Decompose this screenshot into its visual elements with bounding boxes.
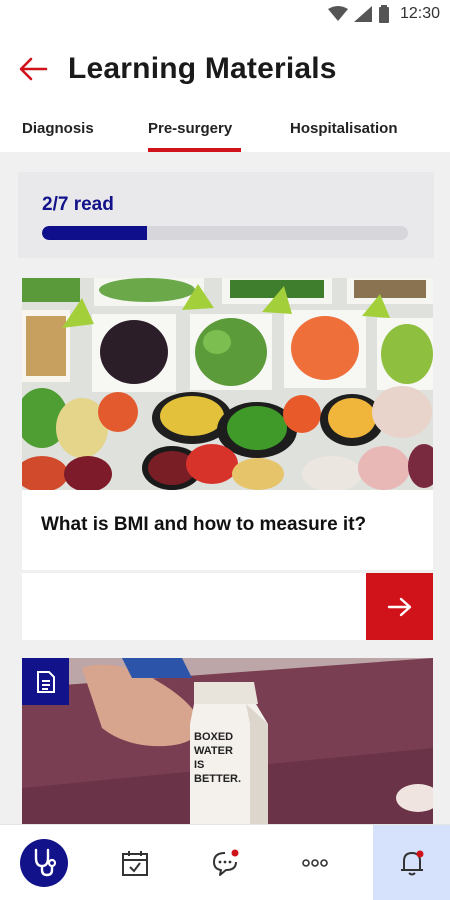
tab-pre-surgery[interactable]: Pre-surgery <box>148 120 232 137</box>
arrow-left-icon <box>19 57 48 81</box>
calendar-check-icon <box>122 851 148 876</box>
wifi-icon <box>327 6 348 21</box>
arrow-right-icon <box>387 597 411 616</box>
signal-icon <box>353 6 372 22</box>
progress-bar <box>42 226 408 240</box>
progress-bar-fill <box>42 226 147 240</box>
tab-diagnosis[interactable]: Diagnosis <box>22 120 94 137</box>
nav-notifications[interactable] <box>373 825 450 900</box>
content-area[interactable]: 2/7 read What is BMI and how to measure … <box>0 152 450 824</box>
nav-more[interactable] <box>270 825 360 900</box>
stethoscope-avatar <box>19 839 68 887</box>
document-badge <box>22 658 69 705</box>
tab-hospitalisation[interactable]: Hospitalisation <box>290 120 398 137</box>
bottom-navigation <box>0 824 450 900</box>
progress-label: 2/7 read <box>42 194 114 215</box>
chat-bubble-icon <box>213 849 239 876</box>
back-button[interactable] <box>18 56 52 84</box>
article-card[interactable]: What is BMI and how to measure it? <box>22 278 433 570</box>
svg-text:BOXED: BOXED <box>194 731 233 743</box>
document-icon <box>36 670 55 693</box>
stethoscope-icon <box>34 848 56 877</box>
app-bar: Learning Materials Diagnosis Pre-surgery… <box>0 28 450 152</box>
article-title: What is BMI and how to measure it? <box>41 514 367 535</box>
tab-bar: Diagnosis Pre-surgery Hospitalisation <box>0 120 450 152</box>
nav-calendar[interactable] <box>90 825 180 900</box>
svg-text:WATER: WATER <box>194 745 233 757</box>
status-time: 12:30 <box>399 5 440 22</box>
article-card-2[interactable]: BOXED WATER IS BETTER. <box>22 658 433 824</box>
bell-icon <box>400 850 423 876</box>
page-title: Learning Materials <box>68 52 337 85</box>
yoga-mat-water-carton-photo: BOXED WATER IS BETTER. <box>22 658 433 824</box>
nav-messages[interactable] <box>180 825 270 900</box>
nav-care[interactable] <box>0 825 87 900</box>
more-dots-icon <box>302 859 328 867</box>
svg-text:IS: IS <box>194 759 204 771</box>
open-article-button[interactable] <box>366 573 433 640</box>
progress-card: 2/7 read <box>18 172 434 258</box>
vegetable-platters-photo <box>22 278 433 490</box>
battery-icon <box>378 5 389 23</box>
svg-text:BETTER.: BETTER. <box>194 773 241 785</box>
article-action-row <box>22 573 433 640</box>
status-bar: 12:30 <box>0 0 450 28</box>
